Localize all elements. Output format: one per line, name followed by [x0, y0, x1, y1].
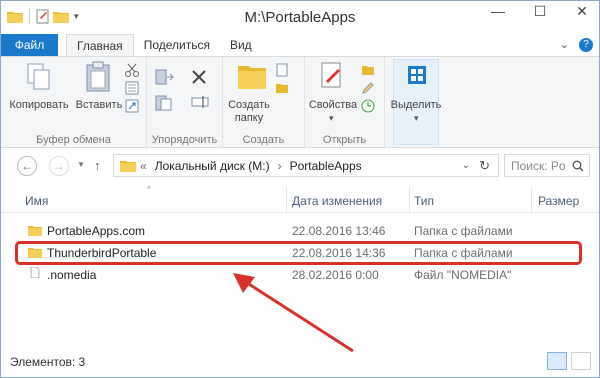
address-path: « Локальный диск (M:) › PortableApps	[140, 159, 362, 173]
easy-access-icon[interactable]	[275, 81, 289, 95]
select-label[interactable]: Выделить	[389, 99, 443, 112]
address-box[interactable]: « Локальный диск (M:) › PortableApps ⌄ ↻	[113, 154, 499, 177]
recent-locations-icon[interactable]: ▼	[77, 160, 85, 169]
chevron-down-icon[interactable]: ▾	[329, 113, 334, 124]
file-icon	[30, 267, 40, 278]
file-name: PortableApps.com	[47, 224, 146, 238]
search-placeholder: Поиск: Po	[511, 159, 566, 173]
forward-button[interactable]: →	[49, 156, 69, 176]
breadcrumb-drive[interactable]: Локальный диск (M:)	[155, 159, 270, 173]
new-folder-label-line1[interactable]: Создать	[223, 99, 275, 112]
up-button[interactable]: ↑	[94, 158, 101, 173]
tab-share[interactable]: Поделиться	[134, 34, 220, 56]
create-group: Создать папку Создать	[223, 57, 305, 149]
tab-home[interactable]: Главная	[66, 34, 134, 56]
properties-button[interactable]: Свойства	[305, 99, 361, 112]
sort-indicator-icon: ^	[147, 185, 151, 194]
paste-button[interactable]: Вставить	[73, 99, 125, 112]
chevron-down-icon[interactable]: ▾	[414, 113, 419, 124]
create-group-label: Создать	[242, 134, 285, 146]
folder-icon	[120, 161, 136, 172]
close-button[interactable]: ✕	[569, 3, 595, 20]
copy-button[interactable]: Копировать	[7, 99, 71, 112]
help-icon[interactable]: ?	[579, 38, 593, 52]
new-folder-label-line2[interactable]: папку	[223, 112, 275, 125]
item-count: Элементов: 3	[10, 355, 86, 369]
copy-to-icon[interactable]	[155, 95, 175, 111]
status-bar: Элементов: 3	[1, 347, 599, 377]
file-type: Папка с файлами	[414, 224, 513, 238]
address-dropdown-icon[interactable]: ⌄	[462, 160, 470, 171]
move-to-icon[interactable]	[155, 69, 175, 85]
minimize-button[interactable]: —	[485, 3, 511, 20]
title-bar: ▾ M:\PortableApps — ☐ ✕	[1, 1, 599, 34]
path-overflow[interactable]: «	[140, 159, 147, 173]
column-header: ^ Имя Дата изменения Тип Размер	[1, 185, 599, 213]
file-name: .nomedia	[47, 268, 97, 282]
clipboard-group: Копировать Вставить Буфер обмена	[1, 57, 147, 149]
column-date[interactable]: Дата изменения	[292, 194, 382, 208]
file-type: Файл "NOMEDIA"	[414, 268, 512, 282]
tab-view[interactable]: Вид	[220, 34, 262, 56]
ribbon-tabs: Файл Главная Поделиться Вид ⌄ ?	[1, 34, 599, 56]
new-folder-icon[interactable]	[237, 61, 267, 91]
folder-icon	[28, 226, 42, 236]
annotation-arrow	[233, 273, 354, 353]
edit-icon[interactable]	[361, 81, 375, 95]
copy-icon[interactable]	[27, 63, 51, 91]
column-type[interactable]: Тип	[414, 194, 434, 208]
select-group: Выделить ▾	[385, 57, 447, 149]
chevron-down-icon[interactable]: ⌄	[560, 38, 569, 52]
delete-icon[interactable]	[191, 69, 207, 85]
details-view-button[interactable]	[547, 352, 567, 370]
select-all-icon[interactable]	[407, 65, 427, 85]
open-group-label: Открыть	[322, 134, 367, 146]
open-group: Свойства ▾ Открыть	[305, 57, 385, 149]
column-name[interactable]: Имя	[25, 194, 48, 208]
paste-icon[interactable]	[85, 61, 111, 93]
clipboard-group-label: Буфер обмена	[36, 134, 111, 146]
search-icon[interactable]	[572, 160, 584, 172]
breadcrumb-separator[interactable]: ›	[278, 159, 282, 173]
window-controls: — ☐ ✕	[485, 3, 595, 20]
file-date: 22.08.2016 13:46	[292, 224, 386, 238]
ribbon: Копировать Вставить Буфер обмена Упорядо…	[1, 56, 599, 149]
explorer-window: ▾ M:\PortableApps — ☐ ✕ Файл Главная Под…	[0, 0, 600, 378]
rename-icon[interactable]	[191, 95, 209, 109]
cut-icon[interactable]	[125, 63, 139, 77]
open-icon[interactable]	[361, 63, 375, 77]
navigation-bar: ← → ▼ ↑ « Локальный диск (M:) › Portable…	[1, 149, 599, 183]
copy-path-icon[interactable]	[125, 81, 139, 95]
breadcrumb-folder[interactable]: PortableApps	[290, 159, 362, 173]
column-divider[interactable]	[531, 187, 532, 213]
properties-icon[interactable]	[319, 61, 345, 91]
maximize-button[interactable]: ☐	[527, 3, 553, 20]
organize-group: Упорядочить	[147, 57, 223, 149]
ribbon-controls: ⌄ ?	[560, 38, 593, 52]
tab-file[interactable]: Файл	[1, 34, 58, 56]
file-row[interactable]: PortableApps.com 22.08.2016 13:46 Папка …	[1, 221, 599, 241]
column-size[interactable]: Размер	[538, 194, 579, 208]
refresh-icon[interactable]: ↻	[479, 158, 490, 174]
large-icons-view-button[interactable]	[571, 352, 591, 370]
history-icon[interactable]	[361, 99, 375, 113]
back-button[interactable]: ←	[17, 156, 37, 176]
organize-group-label: Упорядочить	[151, 134, 218, 146]
view-switcher	[547, 352, 591, 370]
new-item-icon[interactable]	[275, 63, 289, 77]
column-divider[interactable]	[409, 187, 410, 213]
paste-shortcut-icon[interactable]	[125, 99, 139, 113]
column-divider[interactable]	[286, 187, 287, 213]
search-input[interactable]: Поиск: Po	[504, 154, 590, 177]
